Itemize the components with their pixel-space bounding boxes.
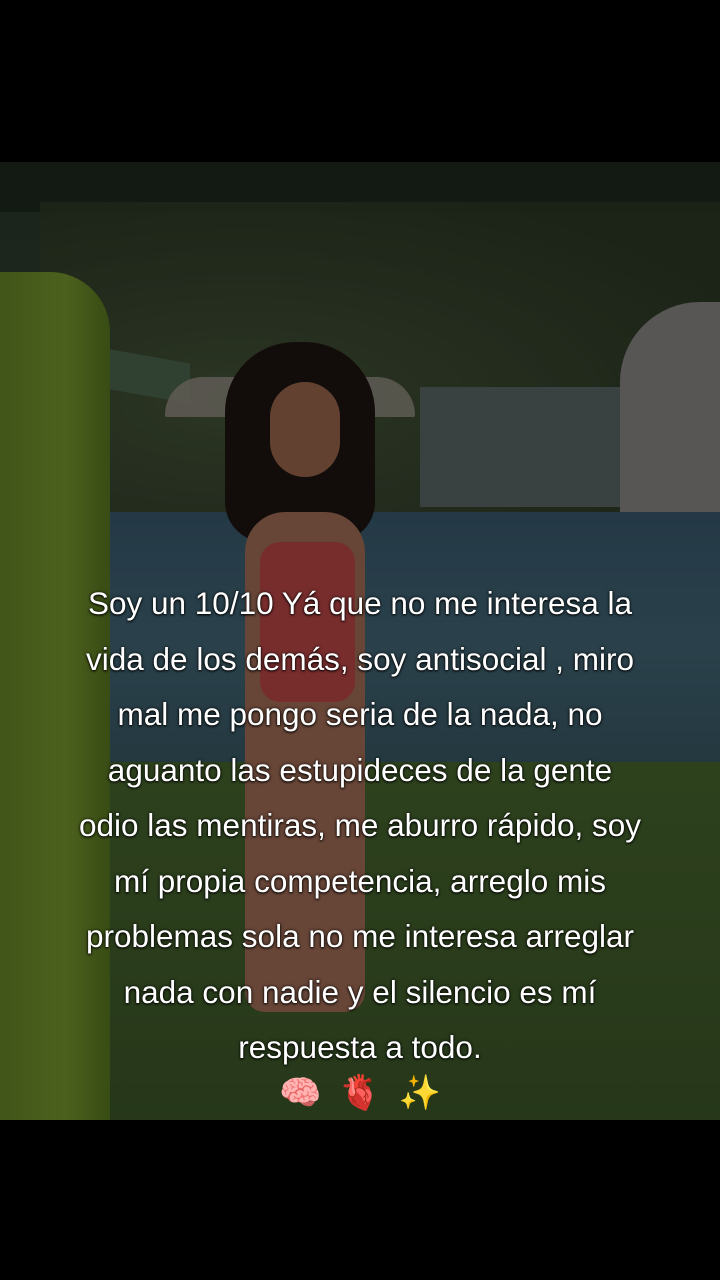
caption-line: aguanto las estupideces de la gente bbox=[107, 751, 613, 788]
caption-line: vida de los demás, soy antisocial , miro bbox=[86, 640, 634, 677]
brain-emoji-icon: 🧠 bbox=[279, 1074, 322, 1112]
caption-line: odio las mentiras, me aburro rápido, soy bbox=[78, 807, 642, 843]
caption-emojis: 🧠 🫀 ✨ bbox=[0, 1068, 720, 1118]
sparkles-emoji-icon: ✨ bbox=[398, 1074, 441, 1112]
caption-line: nada con nadie y el silencio es mí bbox=[123, 973, 597, 1010]
anatomical-heart-emoji-icon: 🫀 bbox=[338, 1074, 382, 1112]
caption-text: Soy un 10/10 Yá que no me interesa la vi… bbox=[20, 576, 700, 1076]
caption-line: problemas sola no me interesa arreglar bbox=[85, 918, 635, 954]
caption-line: Soy un 10/10 Yá que no me interesa la bbox=[87, 585, 633, 621]
caption-line: mal me pongo seria de la nada, no bbox=[117, 696, 603, 732]
caption-line: mí propia competencia, arreglo mis bbox=[114, 862, 606, 899]
